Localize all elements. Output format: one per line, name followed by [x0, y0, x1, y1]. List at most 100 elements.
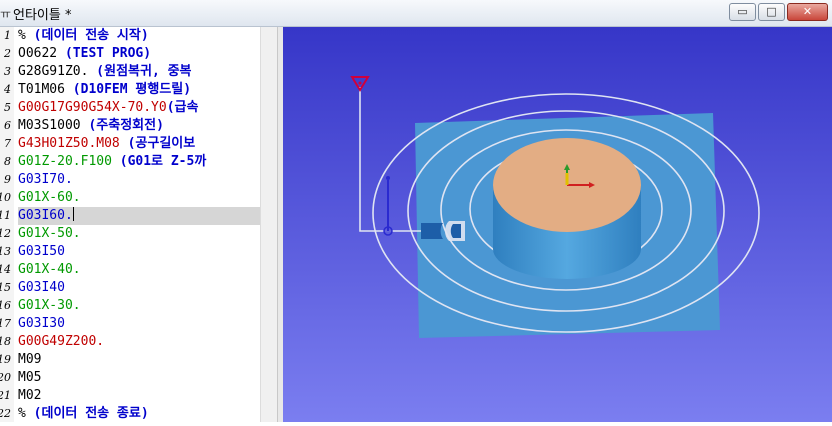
line-number: 2 [4, 47, 11, 60]
code-line[interactable]: 18 G00G49Z200. [0, 333, 277, 351]
code-line[interactable]: 10 G01X-60. [0, 189, 277, 207]
line-number: 19 [0, 353, 11, 366]
viewport-canvas[interactable] [283, 27, 832, 422]
code-token: G00G17G90G54X-70.Y0 [18, 100, 167, 115]
code-comment: (데이터 전송 시작) [33, 28, 149, 43]
code-comment: (급속 [166, 100, 199, 115]
code-line[interactable]: 2 O0622 (TEST PROG) [0, 45, 277, 63]
code-line[interactable]: 20 M05 [0, 369, 277, 387]
line-number: 16 [0, 299, 11, 312]
code-token: M09 [18, 352, 42, 367]
window-controls: ▭ □ ✕ [729, 3, 828, 21]
code-text: M09 [18, 351, 260, 369]
code-token: G03I40 [18, 280, 65, 295]
code-comment: (원점복귀, 중복 [96, 64, 192, 79]
simulation-viewport[interactable] [283, 27, 832, 422]
code-token: M03S1000 [18, 118, 89, 133]
code-line[interactable]: 17 G03I30 [0, 315, 277, 333]
line-number: 9 [4, 173, 11, 186]
code-token: G43H01Z50.M08 [18, 136, 128, 151]
code-line[interactable]: 16 G01X-30. [0, 297, 277, 315]
code-token: % [18, 28, 34, 43]
code-text: G03I40 [18, 279, 260, 297]
line-number: 8 [4, 155, 11, 168]
code-text: G01X-60. [18, 189, 260, 207]
code-text: G01X-50. [18, 225, 260, 243]
code-line[interactable]: 12 G01X-50. [0, 225, 277, 243]
code-line[interactable]: 7 G43H01Z50.M08 (공구길이보 [0, 135, 277, 153]
program-icon: ㅠ [0, 7, 12, 21]
code-text: G03I30 [18, 315, 260, 333]
line-number: 5 [4, 101, 11, 114]
code-comment: (데이터 전송 종료) [33, 406, 149, 421]
code-text: G01X-40. [18, 261, 260, 279]
code-token: T01M06 [18, 82, 73, 97]
window-titlebar: ㅠ 언타이틀 * ▭ □ ✕ [0, 0, 832, 27]
line-number: 10 [0, 191, 11, 204]
line-number: 3 [4, 65, 11, 78]
code-token: O0622 [18, 46, 65, 61]
code-comment: (주축정회전) [88, 118, 164, 133]
close-button[interactable]: ✕ [787, 3, 828, 21]
code-text: M03S1000 (주축정회전) [18, 117, 260, 135]
code-line[interactable]: 21 M02 [0, 387, 277, 405]
code-token: M05 [18, 370, 42, 385]
code-text: G01Z-20.F100 (G01로 Z-5까 [18, 153, 260, 171]
code-text: M05 [18, 369, 260, 387]
code-line[interactable]: 19 M09 [0, 351, 277, 369]
code-line[interactable]: 5 G00G17G90G54X-70.Y0(급속 [0, 99, 277, 117]
code-line[interactable]: 8 G01Z-20.F100 (G01로 Z-5까 [0, 153, 277, 171]
line-number: 18 [0, 335, 11, 348]
code-token: G28G91Z0. [18, 64, 97, 79]
line-number: 22 [0, 407, 11, 420]
code-token: G03I30 [18, 316, 65, 331]
code-comment: (공구길이보 [127, 136, 196, 151]
code-text: G03I50 [18, 243, 260, 261]
line-number: 20 [0, 371, 11, 384]
text-caret [72, 207, 74, 221]
code-token: G01X-40. [18, 262, 81, 277]
code-line[interactable]: 9 G03I70. [0, 171, 277, 189]
code-text: G01X-30. [18, 297, 260, 315]
code-token: G00G49Z200. [18, 334, 105, 349]
boss-cylinder [493, 138, 641, 279]
line-number: 1 [4, 29, 11, 42]
line-number: 11 [0, 209, 11, 222]
minimize-button[interactable]: ▭ [729, 3, 756, 21]
code-line[interactable]: 4 T01M06 (D10FEM 평행드릴) [0, 81, 277, 99]
code-line[interactable]: 11 G03I60. [0, 207, 277, 225]
code-token: G01X-50. [18, 226, 81, 241]
code-line[interactable]: 3 G28G91Z0. (원점복귀, 중복 [0, 63, 277, 81]
code-line[interactable]: 6 M03S1000 (주축정회전) [0, 117, 277, 135]
code-comment: (D10FEM 평행드릴) [72, 82, 192, 97]
code-text: G43H01Z50.M08 (공구길이보 [18, 135, 260, 153]
code-text: % (데이터 전송 시작) [18, 27, 260, 45]
line-number: 17 [0, 317, 11, 330]
code-comment: (G01로 Z-5까 [119, 154, 207, 169]
editor-vertical-scrollbar[interactable] [260, 27, 277, 422]
code-token: G01X-30. [18, 298, 81, 313]
code-text: M02 [18, 387, 260, 405]
code-line[interactable]: 15 G03I40 [0, 279, 277, 297]
line-number: 21 [0, 389, 11, 402]
code-token: G03I60. [18, 208, 73, 223]
line-number: 14 [0, 263, 11, 276]
code-line[interactable]: 22% (데이터 전송 종료) [0, 405, 277, 422]
code-line[interactable]: 1% (데이터 전송 시작) [0, 27, 277, 45]
code-text: G03I60. [18, 207, 260, 225]
code-text: % (데이터 전송 종료) [18, 405, 260, 422]
code-line[interactable]: 14 G01X-40. [0, 261, 277, 279]
code-token: G03I70. [18, 172, 73, 187]
maximize-button[interactable]: □ [758, 3, 785, 21]
code-text: G28G91Z0. (원점복귀, 중복 [18, 63, 260, 81]
code-line[interactable]: 13 G03I50 [0, 243, 277, 261]
line-number: 7 [4, 137, 11, 150]
nc-code-editor[interactable]: 1% (데이터 전송 시작) 2 O0622 (TEST PROG) 3 G28G91Z… [0, 27, 277, 422]
code-token: % [18, 406, 34, 421]
line-number: 13 [0, 245, 11, 258]
code-text: T01M06 (D10FEM 평행드릴) [18, 81, 260, 99]
code-text: G00G49Z200. [18, 333, 260, 351]
code-comment: (TEST PROG) [64, 46, 152, 61]
line-number: 12 [0, 227, 11, 240]
code-text: O0622 (TEST PROG) [18, 45, 260, 63]
